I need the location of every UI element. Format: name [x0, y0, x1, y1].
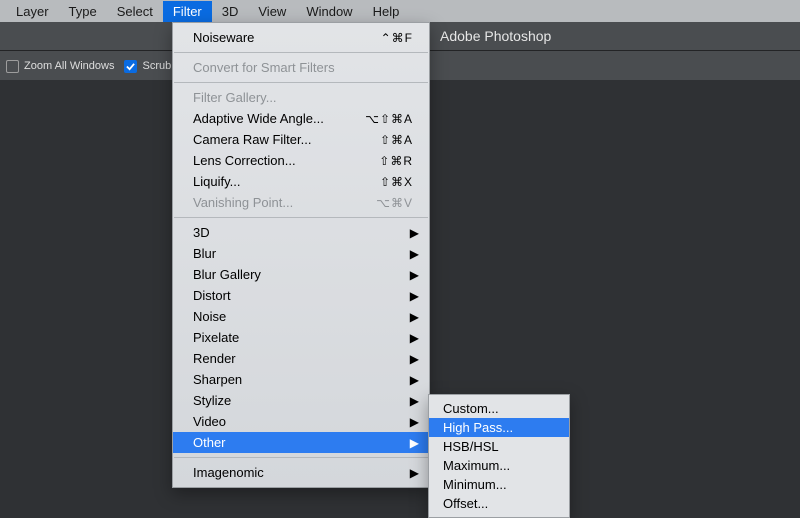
submenu-item-custom[interactable]: Custom... [429, 399, 569, 418]
menuitem-label: Render [193, 351, 236, 366]
submenu-arrow-icon: ▶ [410, 331, 419, 345]
submenu-item-hsb-hsl[interactable]: HSB/HSL [429, 437, 569, 456]
menuitem-vanishing-point[interactable]: Vanishing Point... ⌥⌘V [173, 192, 429, 213]
submenu-arrow-icon: ▶ [410, 436, 419, 450]
menuitem-label: Imagenomic [193, 465, 264, 480]
menuitem-camera-raw-filter[interactable]: Camera Raw Filter... ⇧⌘A [173, 129, 429, 150]
submenu-arrow-icon: ▶ [410, 289, 419, 303]
menuitem-shortcut: ⌃⌘F [381, 31, 413, 45]
menuitem-label: Blur [193, 246, 216, 261]
menu-type[interactable]: Type [59, 1, 107, 22]
menu-separator [174, 82, 428, 83]
menuitem-label: Blur Gallery [193, 267, 261, 282]
menuitem-label: Pixelate [193, 330, 239, 345]
menuitem-blur[interactable]: Blur ▶ [173, 243, 429, 264]
menuitem-label: Video [193, 414, 226, 429]
menuitem-label: Stylize [193, 393, 231, 408]
submenu-arrow-icon: ▶ [410, 466, 419, 480]
menuitem-label: HSB/HSL [443, 439, 499, 454]
menu-window[interactable]: Window [296, 1, 362, 22]
menuitem-3d[interactable]: 3D ▶ [173, 222, 429, 243]
menuitem-label: Noiseware [193, 30, 254, 45]
submenu-item-minimum[interactable]: Minimum... [429, 475, 569, 494]
other-submenu: Custom... High Pass... HSB/HSL Maximum... Mi… [428, 394, 570, 518]
submenu-item-high-pass[interactable]: High Pass... [429, 418, 569, 437]
menuitem-stylize[interactable]: Stylize ▶ [173, 390, 429, 411]
menuitem-label: Filter Gallery... [193, 90, 277, 105]
submenu-arrow-icon: ▶ [410, 268, 419, 282]
menuitem-label: Offset... [443, 496, 488, 511]
menuitem-label: Custom... [443, 401, 499, 416]
menuitem-label: Lens Correction... [193, 153, 296, 168]
menuitem-convert-smart-filters[interactable]: Convert for Smart Filters [173, 57, 429, 78]
menu-separator [174, 52, 428, 53]
menuitem-lens-correction[interactable]: Lens Correction... ⇧⌘R [173, 150, 429, 171]
submenu-arrow-icon: ▶ [410, 415, 419, 429]
menu-view[interactable]: View [248, 1, 296, 22]
menuitem-other[interactable]: Other ▶ [173, 432, 429, 453]
menuitem-shortcut: ⌥⌘V [376, 196, 413, 210]
zoom-all-windows-label: Zoom All Windows [24, 60, 114, 72]
submenu-arrow-icon: ▶ [410, 373, 419, 387]
menuitem-label: Adaptive Wide Angle... [193, 111, 324, 126]
menuitem-shortcut: ⇧⌘R [379, 154, 413, 168]
menuitem-label: Sharpen [193, 372, 242, 387]
submenu-item-offset[interactable]: Offset... [429, 494, 569, 513]
menuitem-pixelate[interactable]: Pixelate ▶ [173, 327, 429, 348]
menu-separator [174, 217, 428, 218]
checkbox-icon [6, 60, 19, 73]
menuitem-liquify[interactable]: Liquify... ⇧⌘X [173, 171, 429, 192]
menu-select[interactable]: Select [107, 1, 163, 22]
menuitem-imagenomic[interactable]: Imagenomic ▶ [173, 462, 429, 483]
submenu-arrow-icon: ▶ [410, 310, 419, 324]
app-title: Adobe Photoshop [440, 28, 551, 44]
submenu-arrow-icon: ▶ [410, 247, 419, 261]
menuitem-distort[interactable]: Distort ▶ [173, 285, 429, 306]
scrubby-zoom-checkbox[interactable]: Scrubb [124, 60, 177, 73]
menu-help[interactable]: Help [363, 1, 410, 22]
menu-filter[interactable]: Filter [163, 1, 212, 22]
menuitem-label: Distort [193, 288, 231, 303]
menuitem-label: Other [193, 435, 226, 450]
menuitem-filter-gallery[interactable]: Filter Gallery... [173, 87, 429, 108]
zoom-all-windows-checkbox[interactable]: Zoom All Windows [6, 60, 114, 73]
menuitem-label: Vanishing Point... [193, 195, 293, 210]
checkbox-icon [124, 60, 137, 73]
menuitem-shortcut: ⇧⌘X [380, 175, 413, 189]
menuitem-shortcut: ⇧⌘A [380, 133, 413, 147]
menuitem-last-filter[interactable]: Noiseware ⌃⌘F [173, 27, 429, 48]
menuitem-blur-gallery[interactable]: Blur Gallery ▶ [173, 264, 429, 285]
menuitem-label: Convert for Smart Filters [193, 60, 335, 75]
menubar: Layer Type Select Filter 3D View Window … [0, 0, 800, 22]
menuitem-label: 3D [193, 225, 210, 240]
menuitem-label: High Pass... [443, 420, 513, 435]
menu-layer[interactable]: Layer [6, 1, 59, 22]
menuitem-adaptive-wide-angle[interactable]: Adaptive Wide Angle... ⌥⇧⌘A [173, 108, 429, 129]
menuitem-shortcut: ⌥⇧⌘A [365, 112, 413, 126]
menuitem-label: Minimum... [443, 477, 507, 492]
menuitem-render[interactable]: Render ▶ [173, 348, 429, 369]
menuitem-sharpen[interactable]: Sharpen ▶ [173, 369, 429, 390]
menuitem-label: Maximum... [443, 458, 510, 473]
submenu-item-maximum[interactable]: Maximum... [429, 456, 569, 475]
submenu-arrow-icon: ▶ [410, 394, 419, 408]
submenu-arrow-icon: ▶ [410, 226, 419, 240]
menuitem-noise[interactable]: Noise ▶ [173, 306, 429, 327]
menuitem-label: Camera Raw Filter... [193, 132, 311, 147]
submenu-arrow-icon: ▶ [410, 352, 419, 366]
menu-3d[interactable]: 3D [212, 1, 249, 22]
menuitem-video[interactable]: Video ▶ [173, 411, 429, 432]
menuitem-label: Liquify... [193, 174, 240, 189]
filter-menu-dropdown: Noiseware ⌃⌘F Convert for Smart Filters … [172, 22, 430, 488]
menuitem-label: Noise [193, 309, 226, 324]
menu-separator [174, 457, 428, 458]
